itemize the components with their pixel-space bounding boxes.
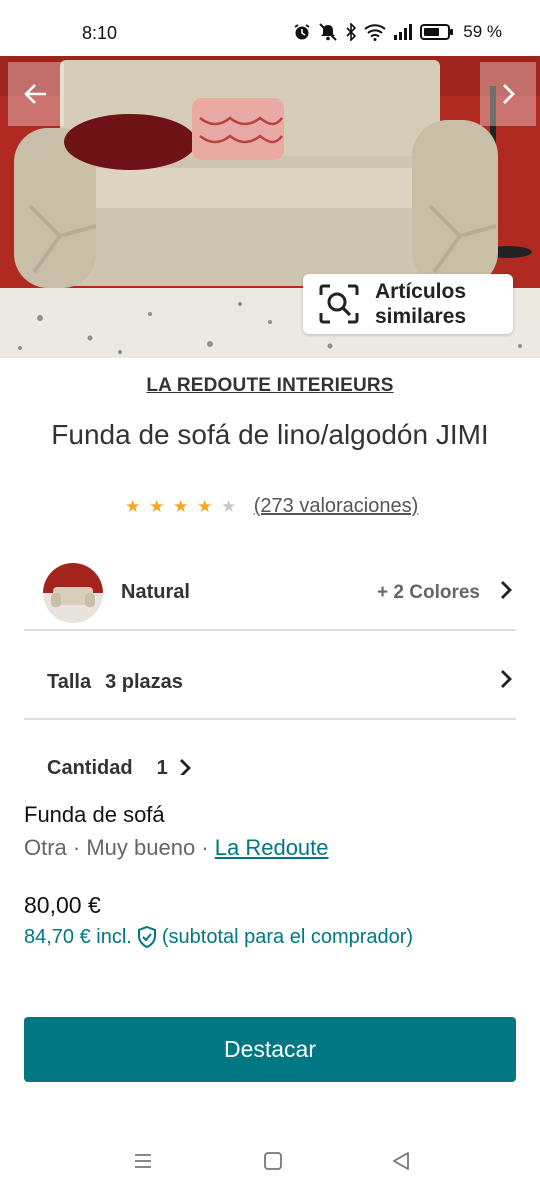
status-bar: 8:10 59 % [0, 0, 540, 56]
gallery-prev-button[interactable] [8, 62, 64, 126]
battery-icon [420, 24, 454, 40]
chevron-right-icon [503, 84, 515, 104]
quantity-label: Cantidad [47, 757, 133, 775]
star-icon: ★ [149, 496, 165, 516]
similar-items-line2: similares [375, 305, 467, 328]
bluetooth-icon [346, 23, 357, 41]
wifi-icon [364, 24, 386, 41]
alarm-icon [294, 24, 310, 40]
back-icon[interactable] [390, 1150, 412, 1178]
arrow-left-icon [24, 84, 46, 104]
color-name: Natural [121, 581, 190, 603]
size-selector[interactable]: Talla 3 plazas [24, 646, 516, 720]
listing-meta: Otra · Muy bueno · La Redoute [24, 835, 329, 861]
chevron-right-icon [496, 668, 516, 696]
brand-link[interactable]: LA REDOUTE INTERIEURS [0, 375, 540, 397]
buyer-price-note: (subtotal para el comprador) [161, 925, 414, 948]
visual-search-icon [303, 283, 375, 325]
quantity-selector[interactable]: Cantidad 1 [24, 755, 516, 775]
battery-percent: 59 % [463, 22, 502, 41]
system-navigation [0, 1150, 540, 1184]
signal-icon [394, 24, 413, 40]
seller-link[interactable]: La Redoute [215, 835, 329, 860]
more-colors-label: + 2 Colores [377, 581, 480, 603]
buyer-price[interactable]: 84,70 € incl. (subtotal para el comprado… [24, 925, 413, 949]
gallery-next-button[interactable] [480, 62, 536, 126]
color-swatch [43, 562, 103, 623]
product-image-gallery[interactable]: Artículos similares [0, 56, 540, 358]
reviews-link[interactable]: (273 valoraciones) [254, 495, 419, 518]
similar-items-label: Artículos similares [375, 279, 466, 329]
size-label: Talla [47, 670, 92, 693]
product-title: Funda de sofá de lino/algodón JIMI [51, 419, 489, 450]
highlight-button[interactable]: Destacar [24, 1017, 516, 1082]
star-icon: ★ [197, 496, 213, 516]
status-time: 8:10 [82, 23, 118, 43]
chevron-right-icon [496, 579, 516, 607]
similar-items-line1: Artículos [375, 280, 467, 303]
home-icon[interactable] [262, 1150, 284, 1178]
star-empty-icon: ★ [221, 496, 237, 516]
star-icon: ★ [173, 496, 189, 516]
shield-check-icon [137, 925, 156, 949]
mute-icon [319, 23, 337, 41]
listing-condition: Otra · Muy bueno · [24, 835, 215, 860]
similar-items-button[interactable]: Artículos similares [303, 274, 513, 334]
menu-icon[interactable] [132, 1150, 154, 1178]
status-icons: 59 % [293, 22, 502, 42]
chevron-right-icon [178, 757, 192, 775]
rating: ★ ★ ★ ★ ★ (273 valoraciones) [0, 495, 540, 518]
color-selector[interactable]: Natural + 2 Colores [24, 556, 516, 631]
price: 80,00 € [24, 892, 101, 918]
quantity-value: 1 [156, 757, 168, 775]
star-icon: ★ [125, 496, 141, 516]
buyer-price-value: 84,70 € incl. [24, 925, 132, 948]
listing-title: Funda de sofá [24, 802, 165, 827]
size-value: 3 plazas [105, 670, 183, 693]
